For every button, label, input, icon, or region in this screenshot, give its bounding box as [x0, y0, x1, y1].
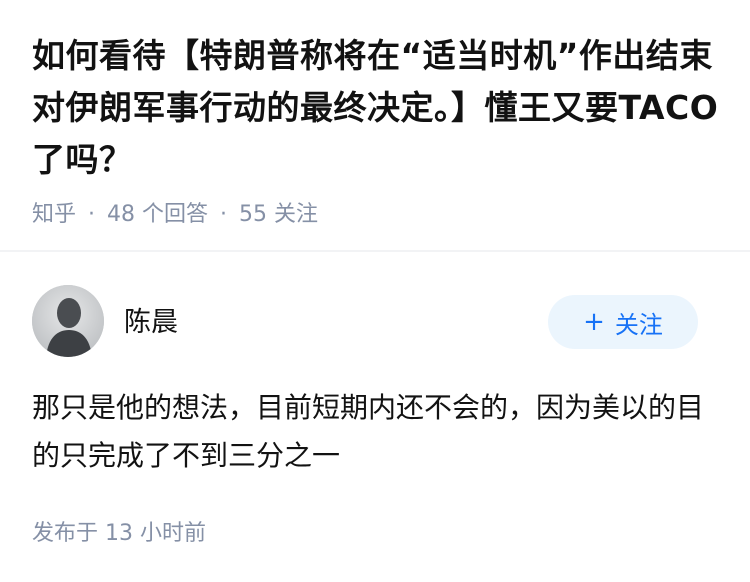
question-title[interactable]: 如何看待【特朗普称将在“适当时机”作出结束对伊朗军事行动的最终决定。】懂王又要T…: [32, 30, 722, 186]
question-header: 如何看待【特朗普称将在“适当时机”作出结束对伊朗军事行动的最终决定。】懂王又要T…: [32, 30, 722, 186]
answer-content[interactable]: 那只是他的想法，目前短期内还不会的，因为美以的目的只完成了不到三分之一: [32, 384, 722, 480]
source-label[interactable]: 知乎: [32, 202, 76, 227]
followers-count: 55 关注: [239, 202, 319, 227]
meta-separator: ·: [88, 202, 96, 227]
avatar[interactable]: [32, 285, 104, 357]
plus-icon: +: [583, 307, 605, 337]
follow-label: 关注: [614, 310, 663, 339]
publish-time: 发布于 13 小时前: [32, 521, 206, 546]
person-silhouette-icon: [32, 285, 104, 357]
author-name[interactable]: 陈晨: [124, 300, 178, 339]
answers-count[interactable]: 48 个回答: [107, 202, 208, 227]
question-meta: 知乎 · 48 个回答 · 55 关注: [32, 196, 318, 228]
section-divider: [0, 250, 750, 252]
meta-separator: ·: [220, 202, 228, 227]
follow-button[interactable]: + 关注: [548, 295, 698, 349]
